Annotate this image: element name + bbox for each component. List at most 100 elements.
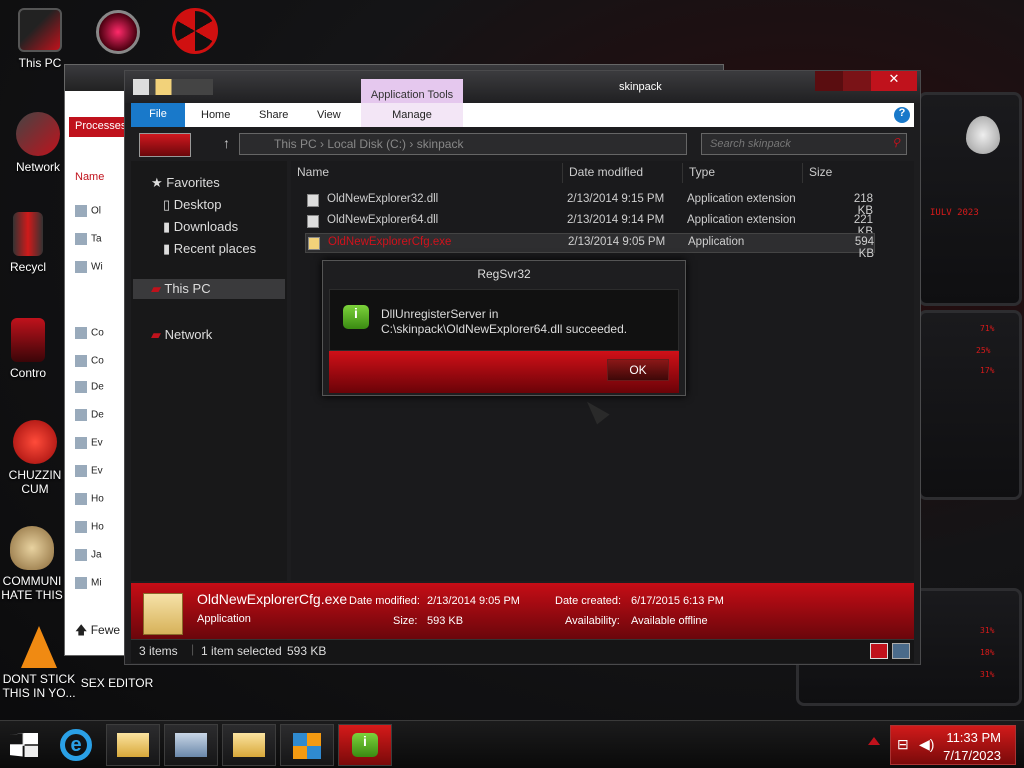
taskbar-regsvr32[interactable]: i <box>338 724 392 766</box>
nav-recent-places[interactable]: ▮ Recent places <box>163 241 256 257</box>
column-name[interactable]: Name <box>291 163 563 183</box>
search-box[interactable]: Search skinpack ⚲ <box>701 133 907 155</box>
process-row[interactable]: Ho <box>75 493 130 513</box>
process-row[interactable]: Ja <box>75 549 130 569</box>
explorer-titlebar[interactable]: Application Tools skinpack ✕ <box>125 71 920 107</box>
clock-date[interactable]: 7/17/2023 <box>943 748 1001 763</box>
nav-network[interactable]: ▰ Network <box>151 327 212 343</box>
hud-frame-mid <box>918 310 1022 500</box>
file-row[interactable]: OldNewExplorerCfg.exe 2/13/2014 9:05 PM Ap… <box>305 233 875 260</box>
breadcrumb-this-pc[interactable]: This PC <box>274 137 317 151</box>
exe-file-icon <box>308 237 320 250</box>
status-item-count: 3 items <box>139 644 178 658</box>
name-column-header[interactable]: Name <box>75 171 104 183</box>
tab-home[interactable]: Home <box>201 109 230 121</box>
network-tray-icon[interactable]: ⊟ <box>897 736 909 753</box>
nav-this-pc[interactable]: ▰ This PC <box>133 279 285 299</box>
start-button[interactable] <box>10 733 38 757</box>
breadcrumb-skinpack[interactable]: skinpack <box>417 137 464 151</box>
status-selected: 1 item selected <box>201 644 282 658</box>
recent-icon: ▮ <box>163 241 174 256</box>
details-modified-label: Date modified: <box>349 595 420 607</box>
desktop-icon-label: CHUZZIN CUM <box>8 468 62 496</box>
nav-label: Desktop <box>173 197 222 212</box>
desktop-icon-this-pc[interactable]: This PC <box>2 8 78 70</box>
details-view-icon[interactable] <box>870 643 888 659</box>
tab-manage[interactable]: Manage <box>361 103 463 127</box>
hud-pct-5: 18% <box>980 648 995 657</box>
process-row[interactable]: Mi <box>75 577 130 597</box>
process-row[interactable]: Ev <box>75 437 130 457</box>
nav-favorites[interactable]: ★ Favorites <box>151 175 220 191</box>
process-row[interactable]: Co <box>75 327 130 347</box>
process-icon <box>75 381 87 393</box>
fewer-details-button[interactable]: 🡅 Fewe <box>75 621 120 642</box>
desktop-icon-control-panel[interactable]: Contro <box>0 318 66 380</box>
clock-time[interactable]: 11:33 PM <box>946 730 1001 745</box>
regsvr32-dialog[interactable]: RegSvr32 i DllUnregisterServer in C:\ski… <box>322 260 686 396</box>
process-name: Mi <box>91 577 102 589</box>
back-forward-buttons[interactable] <box>139 133 191 157</box>
process-name: Ta <box>91 233 102 245</box>
process-row[interactable]: Ho <box>75 521 130 541</box>
details-size-label: Size: <box>393 615 418 627</box>
process-name: De <box>91 409 104 421</box>
process-row[interactable]: Ol <box>75 205 130 225</box>
up-arrow-icon[interactable]: ↑ <box>223 135 230 151</box>
process-row[interactable]: Co <box>75 355 130 375</box>
quick-access-toolbar[interactable] <box>133 79 213 95</box>
minimize-button[interactable] <box>815 71 843 91</box>
process-name: Co <box>91 355 104 367</box>
computer-icon: ▰ <box>151 281 165 296</box>
desktop-icon-label: This PC <box>18 56 62 70</box>
desktop-icon-recycle[interactable]: Recycl <box>0 212 66 274</box>
details-created-label: Date created: <box>555 595 622 607</box>
show-hidden-icons[interactable] <box>868 737 880 745</box>
column-type[interactable]: Type <box>683 163 803 183</box>
internet-explorer-icon[interactable]: e <box>60 729 92 761</box>
desktop-icon-chuzzin[interactable]: CHUZZIN CUM <box>0 420 70 496</box>
process-row[interactable]: De <box>75 409 130 429</box>
details-modified-value: 2/13/2014 9:05 PM <box>427 595 520 607</box>
process-row[interactable]: Wi <box>75 261 130 281</box>
breadcrumb-local-disk[interactable]: Local Disk (C:) <box>327 137 406 151</box>
process-name: Ja <box>91 549 102 561</box>
process-row[interactable]: De <box>75 381 130 401</box>
folder-icon <box>233 733 265 757</box>
tab-share[interactable]: Share <box>259 109 288 121</box>
hud-pct-2: 25% <box>976 346 991 355</box>
maximize-button[interactable] <box>843 71 871 91</box>
nav-desktop[interactable]: ▯ Desktop <box>163 197 221 213</box>
process-row[interactable]: Ev <box>75 465 130 485</box>
ok-button[interactable]: OK <box>607 359 669 381</box>
desktop-icon-communi[interactable]: COMMUNI HATE THIS <box>0 526 64 602</box>
alienware-orb-icon[interactable] <box>96 10 140 54</box>
taskbar: e i ⊟ ◀) 11:33 PM 7/17/2023 <box>0 720 1024 768</box>
help-icon[interactable]: ? <box>894 107 910 123</box>
nav-downloads[interactable]: ▮ Downloads <box>163 219 238 235</box>
file-tab[interactable]: File <box>131 103 185 127</box>
taskbar-task-manager[interactable] <box>164 724 218 766</box>
details-size-value: 593 KB <box>427 615 464 627</box>
nav-label: Downloads <box>173 219 239 234</box>
address-bar[interactable]: This PC › Local Disk (C:) › skinpack <box>239 133 687 155</box>
file-date: 2/13/2014 9:05 PM <box>568 236 666 248</box>
process-name: Ev <box>91 437 103 449</box>
radiation-icon[interactable] <box>172 8 218 54</box>
taskbar-file-explorer[interactable] <box>106 724 160 766</box>
taskbar-skinpack-folder[interactable] <box>222 724 276 766</box>
file-row[interactable]: OldNewExplorer64.dll 2/13/2014 9:14 PM App… <box>305 212 875 238</box>
volume-icon[interactable]: ◀) <box>919 736 934 753</box>
process-icon <box>75 465 87 477</box>
column-size[interactable]: Size <box>803 163 873 183</box>
desktop-icon-sex-editor[interactable]: SEX EDITOR <box>80 676 154 690</box>
process-row[interactable]: Ta <box>75 233 130 253</box>
close-button[interactable]: ✕ <box>871 71 917 91</box>
large-icons-view-icon[interactable] <box>892 643 910 659</box>
file-row[interactable]: OldNewExplorer32.dll 2/13/2014 9:15 PM App… <box>305 191 875 217</box>
process-icon <box>75 521 87 533</box>
taskbar-windows-app[interactable] <box>280 724 334 766</box>
process-name: Ho <box>91 493 104 505</box>
tab-view[interactable]: View <box>317 109 341 121</box>
column-date[interactable]: Date modified <box>563 163 683 183</box>
